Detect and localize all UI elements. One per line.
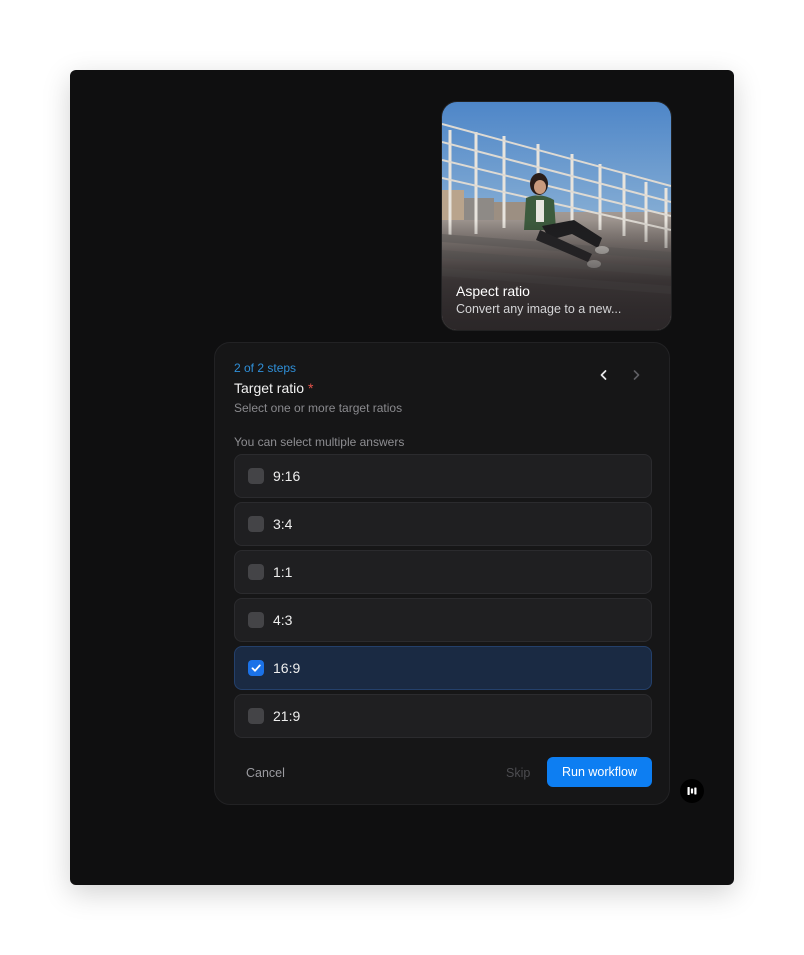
option-label: 3:4 (273, 516, 293, 532)
option-label: 1:1 (273, 564, 293, 580)
workflow-card[interactable]: Aspect ratio Convert any image to a new.… (441, 101, 672, 331)
workflow-card-title: Aspect ratio (456, 283, 530, 299)
checkbox[interactable] (248, 516, 264, 532)
option-row[interactable]: 4:3 (234, 598, 652, 642)
chevron-right-icon (633, 370, 640, 380)
step-indicator: 2 of 2 steps (234, 361, 297, 375)
brand-logo-icon[interactable] (680, 779, 704, 803)
checkbox[interactable] (248, 612, 264, 628)
option-label: 21:9 (273, 708, 301, 724)
checkmark-icon (251, 664, 261, 672)
question-title-text: Target ratio (234, 380, 305, 396)
option-row[interactable]: 21:9 (234, 694, 652, 738)
checkbox[interactable] (248, 708, 264, 724)
question-panel: 2 of 2 steps Target ratio * Select one or… (214, 342, 670, 805)
checkbox[interactable] (248, 564, 264, 580)
options-list: 9:16 3:4 1:1 4:3 16:9 21:9 (234, 454, 652, 742)
option-row[interactable]: 16:9 (234, 646, 652, 690)
next-step-button[interactable] (624, 363, 648, 387)
option-label: 16:9 (273, 660, 301, 676)
workflow-card-description: Convert any image to a new... (456, 302, 622, 316)
option-label: 9:16 (273, 468, 301, 484)
checkbox[interactable] (248, 468, 264, 484)
helper-text: You can select multiple answers (234, 435, 405, 449)
cancel-button[interactable]: Cancel (234, 758, 297, 788)
option-row[interactable]: 3:4 (234, 502, 652, 546)
checkbox[interactable] (248, 660, 264, 676)
run-workflow-button[interactable]: Run workflow (547, 757, 652, 787)
chevron-left-icon (600, 370, 607, 380)
question-title: Target ratio * (234, 380, 314, 396)
app-window: Aspect ratio Convert any image to a new.… (70, 70, 734, 885)
previous-step-button[interactable] (592, 363, 616, 387)
option-row[interactable]: 1:1 (234, 550, 652, 594)
option-label: 4:3 (273, 612, 293, 628)
bars-logo-icon (687, 787, 697, 795)
skip-button[interactable]: Skip (498, 758, 538, 788)
option-row[interactable]: 9:16 (234, 454, 652, 498)
required-mark: * (308, 380, 314, 396)
question-subtitle: Select one or more target ratios (234, 401, 403, 415)
